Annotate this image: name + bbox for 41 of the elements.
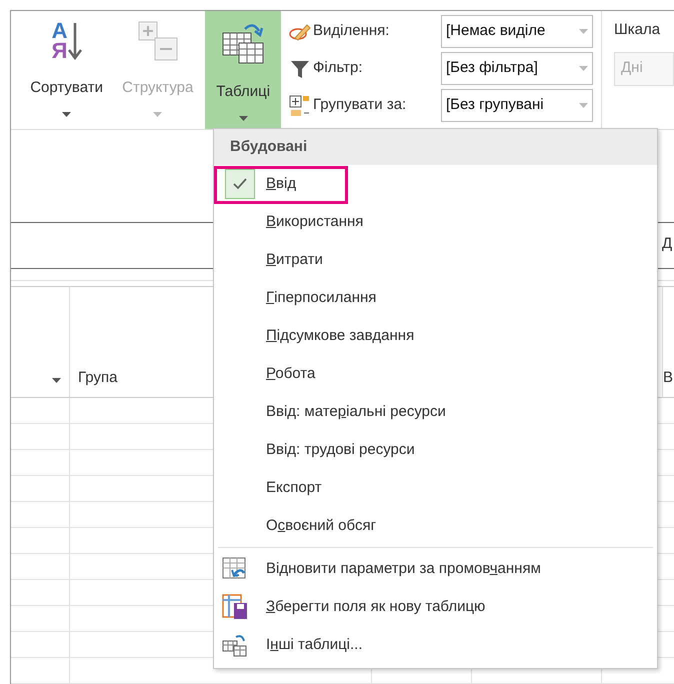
caret-icon (238, 116, 248, 120)
ribbon-button[interactable]: Таблиці (205, 11, 282, 129)
tables-icon (222, 633, 248, 657)
menu-item[interactable]: Підсумкове завдання (266, 324, 414, 348)
filter-label: Групувати за: (313, 95, 408, 116)
filter-label: Виділення: (313, 21, 390, 42)
group-icon (289, 94, 312, 116)
caret-icon (153, 112, 162, 116)
menu-item[interactable]: Використання (266, 210, 364, 234)
column-header: Група (78, 368, 118, 388)
ribbon-button[interactable]: А Я Сортувати (21, 11, 112, 129)
caret-icon (579, 66, 588, 71)
menu-item[interactable]: Гіперпосилання (266, 286, 376, 310)
dropdown[interactable]: [Без фільтра] (441, 52, 594, 85)
menu-item[interactable]: Ввід (266, 172, 296, 196)
filter-icon (290, 58, 310, 78)
caret-icon (52, 378, 61, 383)
filter-label: Фільтр: (313, 58, 364, 78)
menu-item[interactable]: Ввід: матеріальні ресурси (266, 400, 446, 424)
dropdown[interactable]: [Немає виділе (441, 15, 594, 48)
check-icon (233, 178, 247, 190)
menu-item[interactable]: Витрати (266, 248, 323, 272)
column-header: Д (662, 234, 674, 254)
menu-item[interactable]: Освоєний обсяг (266, 514, 376, 538)
caret-icon (579, 29, 588, 34)
menu-item[interactable]: Робота (266, 362, 316, 386)
caret-icon (62, 112, 72, 116)
caret-icon (579, 103, 588, 108)
column-header: В (663, 368, 674, 388)
menu-item[interactable]: Ввід: трудові ресурси (266, 438, 415, 462)
menu-item[interactable]: Експорт (266, 476, 322, 500)
menu-item[interactable]: Відновити параметри за промовчанням (256, 558, 541, 580)
plus-minus-icon (136, 19, 180, 63)
table-save-icon (222, 594, 248, 620)
menu-item[interactable]: Зберегти поля як нову таблицю (256, 596, 486, 618)
table-undo-icon (222, 557, 248, 581)
pencil-icon (289, 22, 312, 42)
menu-item[interactable]: Інші таблиці... (256, 634, 363, 656)
timescale-label: Шкала (614, 20, 662, 40)
dropdown[interactable]: [Без групувані (441, 89, 594, 122)
menu-section-header: Вбудовані (214, 129, 657, 165)
